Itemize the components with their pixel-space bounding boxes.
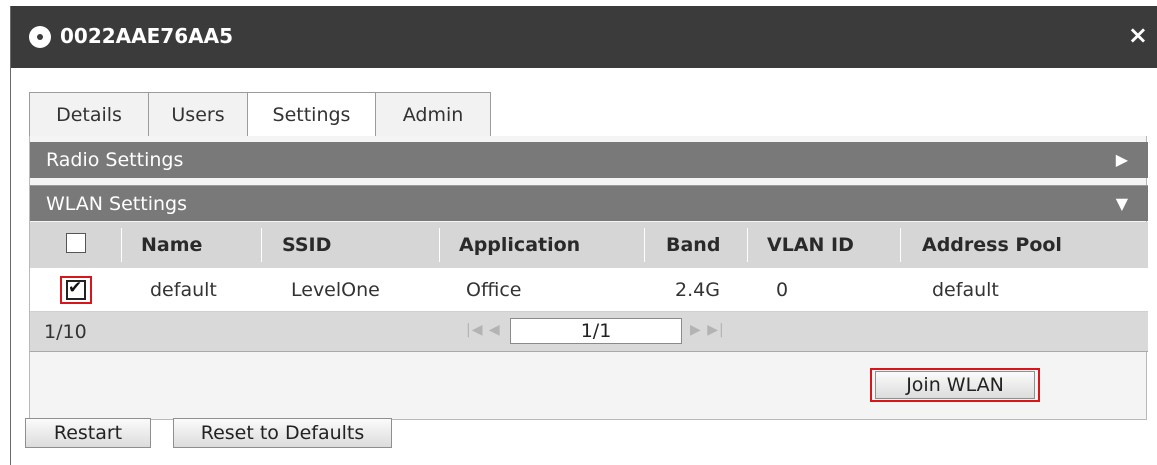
dialog-title: 0022AAE76AA5 <box>60 24 233 48</box>
first-prev-page-icon[interactable]: |◀ ◀ <box>466 322 501 338</box>
wlan-settings-label: WLAN Settings <box>46 193 187 215</box>
tab-bar: Details Users Settings Admin <box>29 92 491 137</box>
radio-settings-label: Radio Settings <box>46 149 184 171</box>
close-icon[interactable]: × <box>1128 22 1148 48</box>
column-ssid[interactable]: SSID <box>282 222 331 268</box>
wlan-settings-header[interactable]: WLAN Settings ▼ <box>30 185 1148 221</box>
device-dialog: 0022AAE76AA5 × Details Users Settings Ad… <box>10 6 1157 465</box>
join-wlan-button[interactable]: Join WLAN <box>875 371 1035 399</box>
column-name[interactable]: Name <box>141 222 202 268</box>
reset-to-defaults-button[interactable]: Reset to Defaults <box>173 418 392 448</box>
column-band[interactable]: Band <box>666 222 720 268</box>
expand-arrow-icon: ▶ <box>1115 150 1128 169</box>
restart-button[interactable]: Restart <box>25 418 151 448</box>
next-last-page-icon[interactable]: ▶ ▶| <box>690 322 725 338</box>
column-separator <box>261 228 262 262</box>
tab-admin[interactable]: Admin <box>375 92 491 136</box>
cell-vlan-id: 0 <box>776 278 789 301</box>
column-separator <box>644 228 645 262</box>
page-input[interactable]: 1/1 <box>510 318 682 344</box>
select-all-checkbox[interactable] <box>66 233 86 253</box>
cell-band: 2.4G <box>675 278 720 301</box>
column-separator <box>900 228 901 262</box>
record-count: 1/10 <box>44 320 87 343</box>
table-row[interactable]: default LevelOne Office 2.4G 0 default <box>30 268 1148 312</box>
column-separator <box>121 228 122 262</box>
tab-details[interactable]: Details <box>29 92 149 136</box>
column-application[interactable]: Application <box>459 222 580 268</box>
wireless-ap-icon <box>29 26 51 48</box>
cell-name: default <box>150 278 217 301</box>
column-vlan-id[interactable]: VLAN ID <box>767 222 854 268</box>
column-separator <box>439 228 440 262</box>
cell-application: Office <box>466 278 522 301</box>
tab-settings[interactable]: Settings <box>247 92 376 137</box>
table-header: Name SSID Application Band VLAN ID Addre… <box>30 222 1148 268</box>
column-separator <box>747 228 748 262</box>
cell-ssid: LevelOne <box>291 278 380 301</box>
column-address-pool[interactable]: Address Pool <box>922 222 1062 268</box>
row-checkbox[interactable] <box>66 278 86 300</box>
cell-address-pool: default <box>932 278 999 301</box>
settings-panel: Radio Settings ▶ WLAN Settings ▼ Name SS… <box>29 136 1148 420</box>
tab-users[interactable]: Users <box>148 92 248 136</box>
collapse-arrow-icon: ▼ <box>1115 194 1128 213</box>
radio-settings-header[interactable]: Radio Settings ▶ <box>30 142 1148 178</box>
pagination-bar: 1/10 |◀ ◀ 1/1 ▶ ▶| <box>30 312 1148 352</box>
title-bar: 0022AAE76AA5 × <box>11 6 1157 68</box>
